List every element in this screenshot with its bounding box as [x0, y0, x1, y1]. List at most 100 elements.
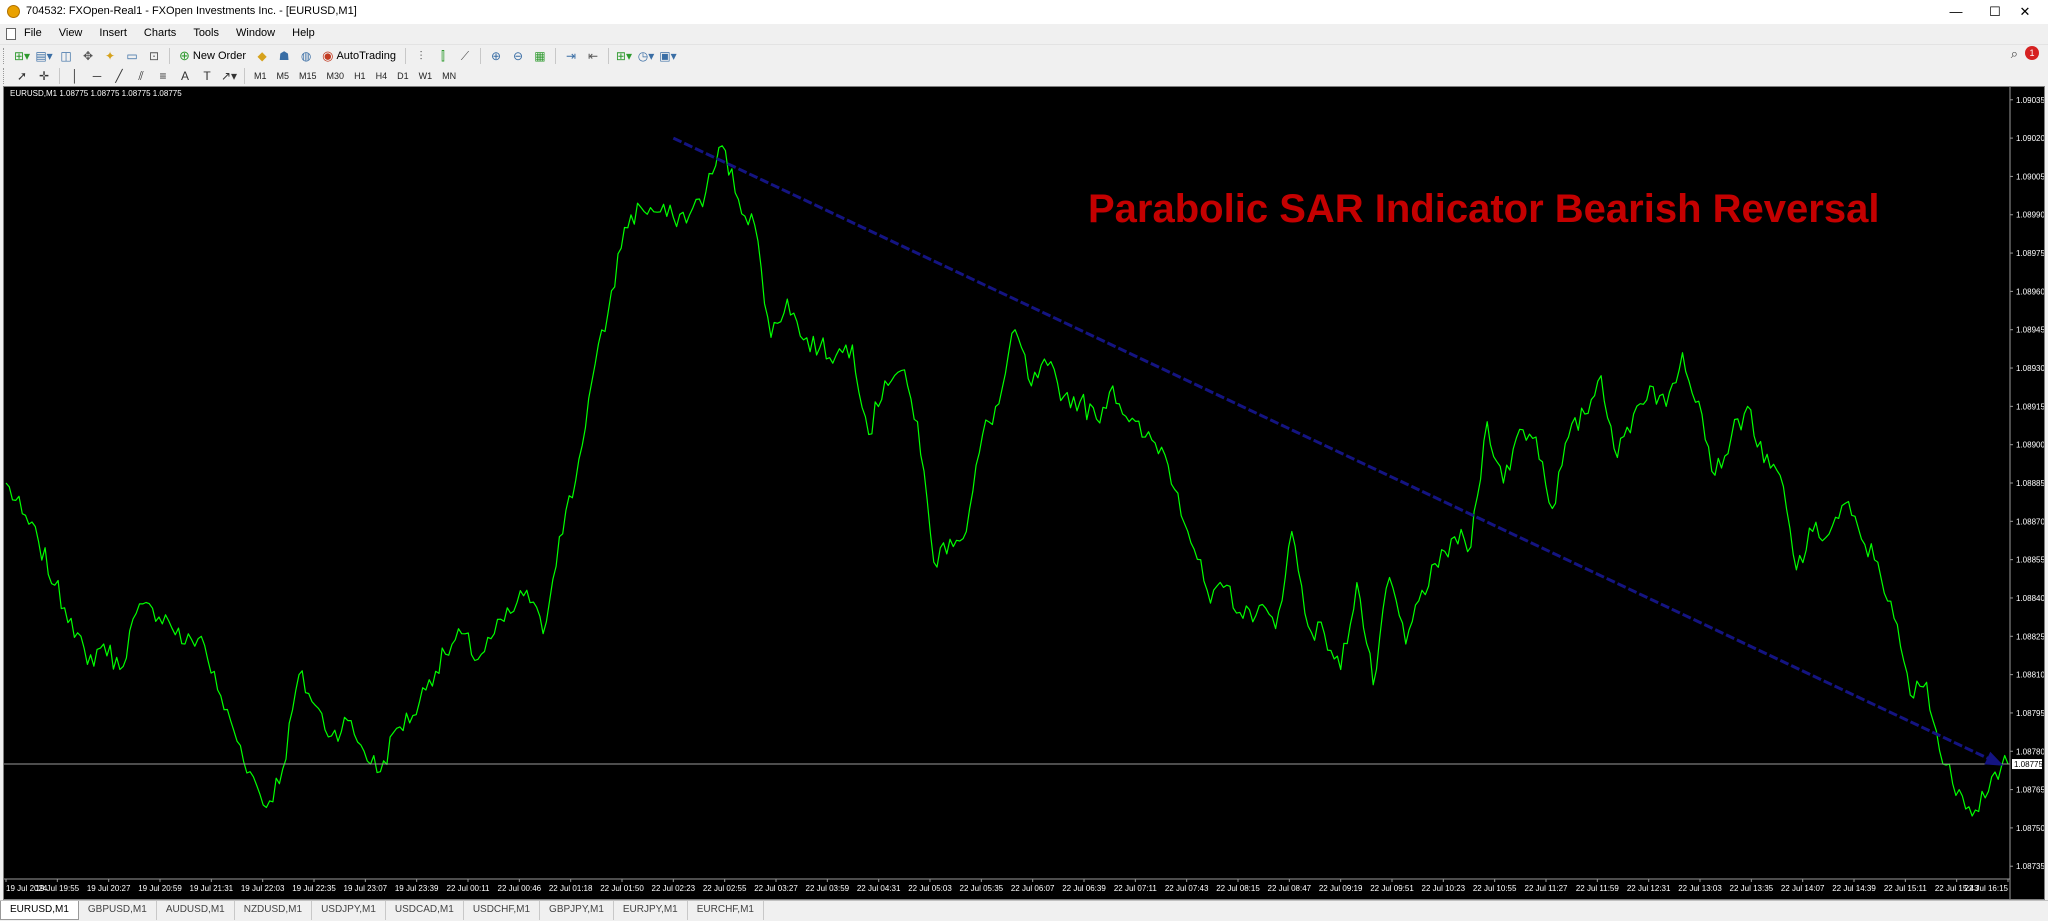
toolbar-separator — [607, 48, 609, 64]
autotrading-label: AutoTrading — [336, 50, 396, 62]
market-watch-icon[interactable]: ◫ — [57, 47, 75, 65]
timeframe-m1[interactable]: M1 — [254, 71, 267, 81]
zoom-in-icon[interactable]: ⊕ — [487, 47, 505, 65]
timeframe-d1[interactable]: D1 — [397, 71, 409, 81]
indicators-icon[interactable]: ⊞▾ — [615, 47, 633, 65]
price-axis-label: 1.08870 — [2016, 517, 2044, 526]
candlestick-icon[interactable]: ⫿ — [434, 47, 452, 65]
time-axis-label: 22 Jul 13:03 — [1678, 884, 1722, 893]
price-chart[interactable]: 1.09035 1.09020 1.09005 1.08990 1.08975 1.089… — [4, 87, 2044, 899]
price-axis-label: 1.08750 — [2016, 824, 2044, 833]
price-axis-label: 1.08990 — [2016, 211, 2044, 220]
menu-file[interactable]: File — [24, 27, 42, 39]
tab-usdjpy-m1[interactable]: USDJPY,M1 — [312, 901, 386, 920]
tab-gbpusd-m1[interactable]: GBPUSD,M1 — [79, 901, 157, 920]
close-button[interactable]: ✕ — [2002, 0, 2048, 24]
timeframe-m15[interactable]: M15 — [299, 71, 317, 81]
bar-chart-icon[interactable]: ⫶ — [412, 47, 430, 65]
price-axis-label: 1.08915 — [2016, 402, 2044, 411]
profiles-icon[interactable]: ▤▾ — [35, 47, 53, 65]
time-axis-label: 19 Jul 22:03 — [241, 884, 285, 893]
data-window-icon[interactable]: ✥ — [79, 47, 97, 65]
current-price-label: 1.08775 — [2014, 760, 2043, 769]
time-axis-label: 22 Jul 06:39 — [1062, 884, 1106, 893]
new-chart-icon[interactable]: ⊞▾ — [13, 47, 31, 65]
tab-usdchf-m1[interactable]: USDCHF,M1 — [464, 901, 541, 920]
text-label-icon[interactable]: T — [198, 67, 216, 85]
price-axis-label: 1.09020 — [2016, 134, 2044, 143]
timeframe-m30[interactable]: M30 — [327, 71, 345, 81]
standard-toolbar: ⊞▾ ▤▾ ◫ ✥ ✦ ▭ ⊡ ⊕ New Order ◆ ☗ ◍ ◉ AutoTr… — [0, 44, 2048, 67]
toolbar-grip[interactable] — [3, 48, 7, 64]
toolbar-separator — [244, 68, 245, 84]
tab-usdcad-m1[interactable]: USDCAD,M1 — [386, 901, 464, 920]
time-axis-label: 22 Jul 14:07 — [1781, 884, 1825, 893]
menu-insert[interactable]: Insert — [99, 27, 127, 39]
price-axis-label: 1.08930 — [2016, 364, 2044, 373]
line-chart-icon[interactable]: ⟋ — [456, 47, 474, 65]
market-icon[interactable]: ◍ — [297, 47, 315, 65]
time-axis-label: 22 Jul 15:11 — [1884, 884, 1928, 893]
timeframe-m5[interactable]: M5 — [277, 71, 290, 81]
time-axis-label: 22 Jul 08:15 — [1216, 884, 1260, 893]
new-order-button[interactable]: ⊕ New Order — [176, 47, 249, 65]
tab-eurusd-m1[interactable]: EURUSD,M1 — [0, 901, 79, 920]
strategy-tester-icon[interactable]: ⊡ — [145, 47, 163, 65]
tile-windows-icon[interactable]: ▦ — [531, 47, 549, 65]
crosshair-icon[interactable]: ✛ — [35, 67, 53, 85]
chart-shift-icon[interactable]: ⇤ — [584, 47, 602, 65]
notification-badge[interactable]: 1 — [2025, 46, 2039, 60]
time-axis-label: 22 Jul 09:51 — [1370, 884, 1414, 893]
toolbar-separator — [169, 48, 170, 64]
time-axis-label: 22 Jul 10:23 — [1422, 884, 1466, 893]
text-icon[interactable]: A — [176, 67, 194, 85]
tab-eurjpy-m1[interactable]: EURJPY,M1 — [614, 901, 688, 920]
price-axis-label: 1.08885 — [2016, 479, 2044, 488]
templates-icon[interactable]: ▣▾ — [659, 47, 677, 65]
price-axis-label: 1.08735 — [2016, 862, 2044, 871]
tab-nzdusd-m1[interactable]: NZDUSD,M1 — [235, 901, 313, 920]
navigator-icon[interactable]: ✦ — [101, 47, 119, 65]
signals-icon[interactable]: ☗ — [275, 47, 293, 65]
trendline-icon[interactable]: ╱ — [110, 67, 128, 85]
timeframe-h1[interactable]: H1 — [354, 71, 366, 81]
chart-annotation-title: Parabolic SAR Indicator Bearish Reversal — [1088, 187, 1879, 231]
cursor-icon[interactable]: ➚ — [13, 67, 31, 85]
metaeditor-icon[interactable]: ◆ — [253, 47, 271, 65]
timeframe-h4[interactable]: H4 — [376, 71, 388, 81]
periods-icon[interactable]: ◷▾ — [637, 47, 655, 65]
menu-view[interactable]: View — [59, 27, 83, 39]
equidistant-channel-icon[interactable]: ⫽ — [132, 67, 150, 85]
time-axis-label: 22 Jul 16:15 — [1964, 884, 2008, 893]
timeframe-w1[interactable]: W1 — [419, 71, 433, 81]
auto-scroll-icon[interactable]: ⇥ — [562, 47, 580, 65]
zoom-out-icon[interactable]: ⊖ — [509, 47, 527, 65]
tab-eurchf-m1[interactable]: EURCHF,M1 — [688, 901, 764, 920]
time-axis-label: 19 Jul 20:27 — [87, 884, 131, 893]
menu-window[interactable]: Window — [236, 27, 275, 39]
search-icon[interactable]: ⌕ — [2011, 46, 2018, 62]
vertical-line-icon[interactable]: │ — [66, 67, 84, 85]
autotrading-button[interactable]: ◉ AutoTrading — [319, 47, 399, 65]
terminal-icon[interactable]: ▭ — [123, 47, 141, 65]
fibonacci-icon[interactable]: ≡ — [154, 67, 172, 85]
time-axis-label: 22 Jul 08:47 — [1268, 884, 1312, 893]
time-axis-label: 19 Jul 23:07 — [344, 884, 388, 893]
arrows-icon[interactable]: ↗▾ — [220, 67, 238, 85]
toolbar-separator — [479, 48, 481, 64]
menu-charts[interactable]: Charts — [144, 27, 176, 39]
document-icon — [6, 28, 16, 40]
tab-gbpjpy-m1[interactable]: GBPJPY,M1 — [540, 901, 614, 920]
trend-line[interactable] — [672, 136, 2001, 766]
timeframe-mn[interactable]: MN — [442, 71, 456, 81]
toolbar-grip[interactable] — [3, 68, 7, 84]
horizontal-line-icon[interactable]: ─ — [88, 67, 106, 85]
chart-window[interactable]: 1.09035 1.09020 1.09005 1.08990 1.08975 1.089… — [3, 86, 2045, 900]
price-axis-label: 1.08945 — [2016, 326, 2044, 335]
time-axis-label: 22 Jul 13:35 — [1730, 884, 1774, 893]
tab-audusd-m1[interactable]: AUDUSD,M1 — [157, 901, 235, 920]
menu-help[interactable]: Help — [292, 27, 315, 39]
menu-tools[interactable]: Tools — [193, 27, 219, 39]
time-axis-label: 19 Jul 23:39 — [395, 884, 439, 893]
chart-tab-bar: EURUSD,M1 GBPUSD,M1 AUDUSD,M1 NZDUSD,M1 … — [0, 900, 2048, 921]
